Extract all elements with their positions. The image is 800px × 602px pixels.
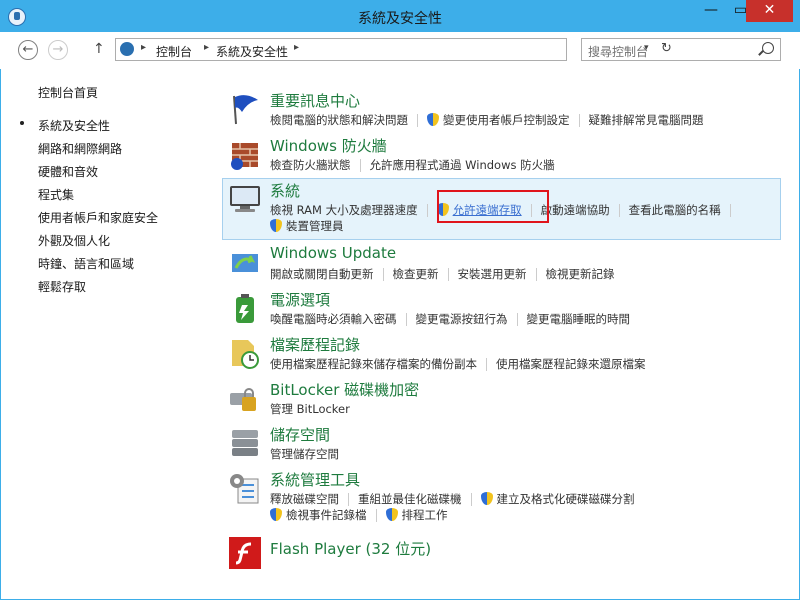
- link-separator: [578, 114, 580, 127]
- bitlocker-icon: [230, 388, 256, 411]
- link-separator: [516, 313, 518, 326]
- category-link[interactable]: 使用檔案歷程記錄來儲存檔案的備份副本: [270, 357, 477, 371]
- category-link[interactable]: 重組並最佳化磁碟機: [358, 492, 462, 506]
- category-link[interactable]: 建立及格式化硬碟磁碟分割: [497, 492, 635, 506]
- file-history-icon: [232, 340, 259, 369]
- uac-shield-icon: [385, 508, 398, 521]
- link-separator: [417, 114, 418, 127]
- back-button[interactable]: ←: [18, 40, 38, 60]
- category-link[interactable]: 管理 BitLocker: [270, 402, 350, 416]
- category-link[interactable]: 變更電腦睡眠的時間: [527, 312, 631, 326]
- category-link[interactable]: 檢查更新: [393, 267, 439, 281]
- category-link[interactable]: 開啟或關閉自動更新: [270, 267, 374, 281]
- category-title[interactable]: Windows Update: [270, 244, 396, 262]
- category-link[interactable]: 管理儲存空間: [270, 447, 339, 461]
- link-separator: [382, 268, 384, 281]
- sidebar-item-hardware[interactable]: 硬體和音效: [38, 163, 98, 180]
- computer-icon: [230, 186, 260, 212]
- uac-shield-icon: [270, 219, 282, 232]
- category-link[interactable]: 變更電源按鈕行為: [416, 312, 508, 326]
- category-link[interactable]: 檢視事件記錄檔: [286, 508, 367, 522]
- breadcrumb-separator[interactable]: ▸: [141, 42, 146, 53]
- storage-icon: [232, 430, 258, 456]
- navigation-bar: ← → ↑ ▸ 控制台 ▸ 系統及安全性 ▸ ▾ ↻ 搜尋控制台: [0, 32, 800, 69]
- category-link[interactable]: 使用檔案歷程記錄來還原檔案: [496, 357, 646, 371]
- sidebar-item-ease-of-access[interactable]: 輕鬆存取: [38, 278, 86, 295]
- category-link[interactable]: 疑難排解常見電腦問題: [589, 113, 704, 127]
- category-link[interactable]: 查看此電腦的名稱: [629, 203, 721, 217]
- link-separator: [375, 509, 377, 522]
- category-link[interactable]: 允許應用程式通過 Windows 防火牆: [370, 158, 555, 172]
- category-link[interactable]: 檢視更新記錄: [546, 267, 615, 281]
- category-link[interactable]: 排程工作: [402, 508, 448, 522]
- search-icon[interactable]: [762, 42, 774, 54]
- link-separator: [405, 313, 407, 326]
- forward-button[interactable]: →: [48, 40, 68, 60]
- category-link[interactable]: 安裝選用更新: [458, 267, 527, 281]
- link-separator: [426, 204, 428, 217]
- minimize-button[interactable]: —: [695, 0, 727, 22]
- title-bar: 系統及安全性 — ▭ ✕: [0, 0, 800, 32]
- category-link[interactable]: 喚醒電腦時必須輸入密碼: [270, 312, 397, 326]
- link-separator: [470, 493, 472, 506]
- uac-shield-icon: [270, 508, 282, 521]
- category-title[interactable]: Windows 防火牆: [270, 135, 387, 156]
- update-icon: [232, 254, 258, 272]
- breadcrumb-control-panel[interactable]: 控制台: [156, 43, 192, 60]
- link-separator: [535, 268, 537, 281]
- category-title[interactable]: 系統: [270, 180, 300, 201]
- uac-shield-icon: [427, 113, 439, 126]
- category-title[interactable]: 電源選項: [270, 289, 330, 310]
- sidebar-item-appearance[interactable]: 外觀及個人化: [38, 232, 110, 249]
- sidebar-item-programs[interactable]: 程式集: [38, 186, 74, 203]
- control-panel-icon: [120, 42, 134, 56]
- category-title[interactable]: 檔案歷程記錄: [270, 334, 360, 355]
- link-separator: [486, 358, 487, 371]
- category-title[interactable]: BitLocker 磁碟機加密: [270, 379, 419, 400]
- search-box[interactable]: 搜尋控制台: [581, 38, 781, 61]
- category-link[interactable]: 檢查防火牆狀態: [270, 158, 351, 172]
- sidebar-item-network[interactable]: 網路和網際網路: [38, 140, 122, 157]
- category-link[interactable]: 啟動遠端協助: [541, 203, 610, 217]
- sidebar-item-user-accounts[interactable]: 使用者帳戶和家庭安全: [38, 209, 158, 226]
- category-link[interactable]: 變更使用者帳戶控制設定: [443, 113, 570, 127]
- address-bar[interactable]: ▸ 控制台 ▸ 系統及安全性 ▸ ▾ ↻: [115, 38, 672, 61]
- link-separator: [348, 493, 349, 506]
- category-link[interactable]: 裝置管理員: [286, 219, 344, 233]
- category-link[interactable]: 釋放磁碟空間: [270, 492, 339, 506]
- category-title[interactable]: Flash Player (32 位元): [270, 538, 431, 559]
- link-separator: [447, 268, 449, 281]
- category-link[interactable]: 檢視 RAM 大小及處理器速度: [270, 203, 418, 217]
- breadcrumb-system-security[interactable]: 系統及安全性: [216, 43, 288, 60]
- flash-icon: [229, 537, 261, 569]
- battery-icon: [236, 294, 254, 323]
- breadcrumb-separator[interactable]: ▸: [294, 42, 299, 53]
- uac-shield-icon: [480, 492, 493, 505]
- category-title[interactable]: 重要訊息中心: [270, 90, 360, 111]
- window-title: 系統及安全性: [358, 11, 442, 27]
- flag-icon: [233, 95, 258, 125]
- category-link[interactable]: 檢閱電腦的狀態和解決問題: [270, 113, 408, 127]
- link-separator: [618, 204, 620, 217]
- admin-tools-icon: [230, 474, 259, 504]
- sidebar-item-system-security: 系統及安全性: [38, 119, 111, 133]
- category-title[interactable]: 系統管理工具: [270, 469, 360, 490]
- up-button[interactable]: ↑: [93, 41, 105, 57]
- close-button[interactable]: ✕: [746, 0, 793, 22]
- annotation-highlight-box: [437, 190, 549, 223]
- link-separator: [729, 204, 731, 217]
- link-separator: [359, 159, 361, 172]
- firewall-icon: [231, 143, 258, 170]
- sidebar-item-clock-language[interactable]: 時鐘、語言和區域: [38, 255, 134, 272]
- sidebar-item-home[interactable]: 控制台首頁: [38, 84, 98, 101]
- search-placeholder[interactable]: 搜尋控制台: [588, 43, 648, 60]
- current-item-bullet: [20, 121, 24, 125]
- category-title[interactable]: 儲存空間: [270, 424, 330, 445]
- breadcrumb-separator[interactable]: ▸: [204, 42, 209, 53]
